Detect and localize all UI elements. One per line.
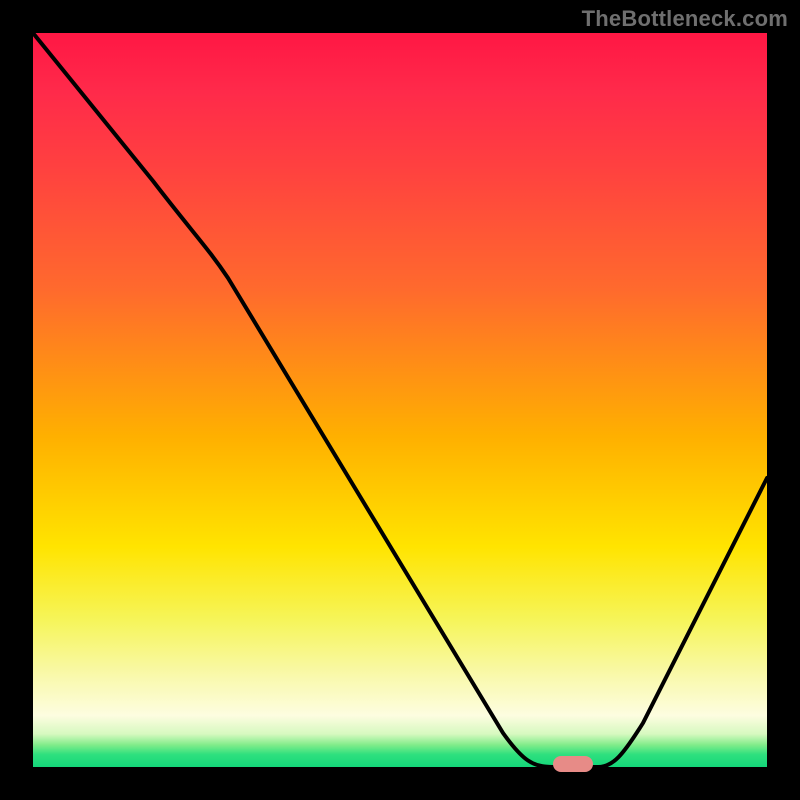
curve-path (33, 33, 767, 767)
watermark-text: TheBottleneck.com (582, 6, 788, 32)
bottleneck-marker (553, 756, 593, 772)
bottleneck-curve (33, 33, 767, 767)
chart-frame: TheBottleneck.com (0, 0, 800, 800)
